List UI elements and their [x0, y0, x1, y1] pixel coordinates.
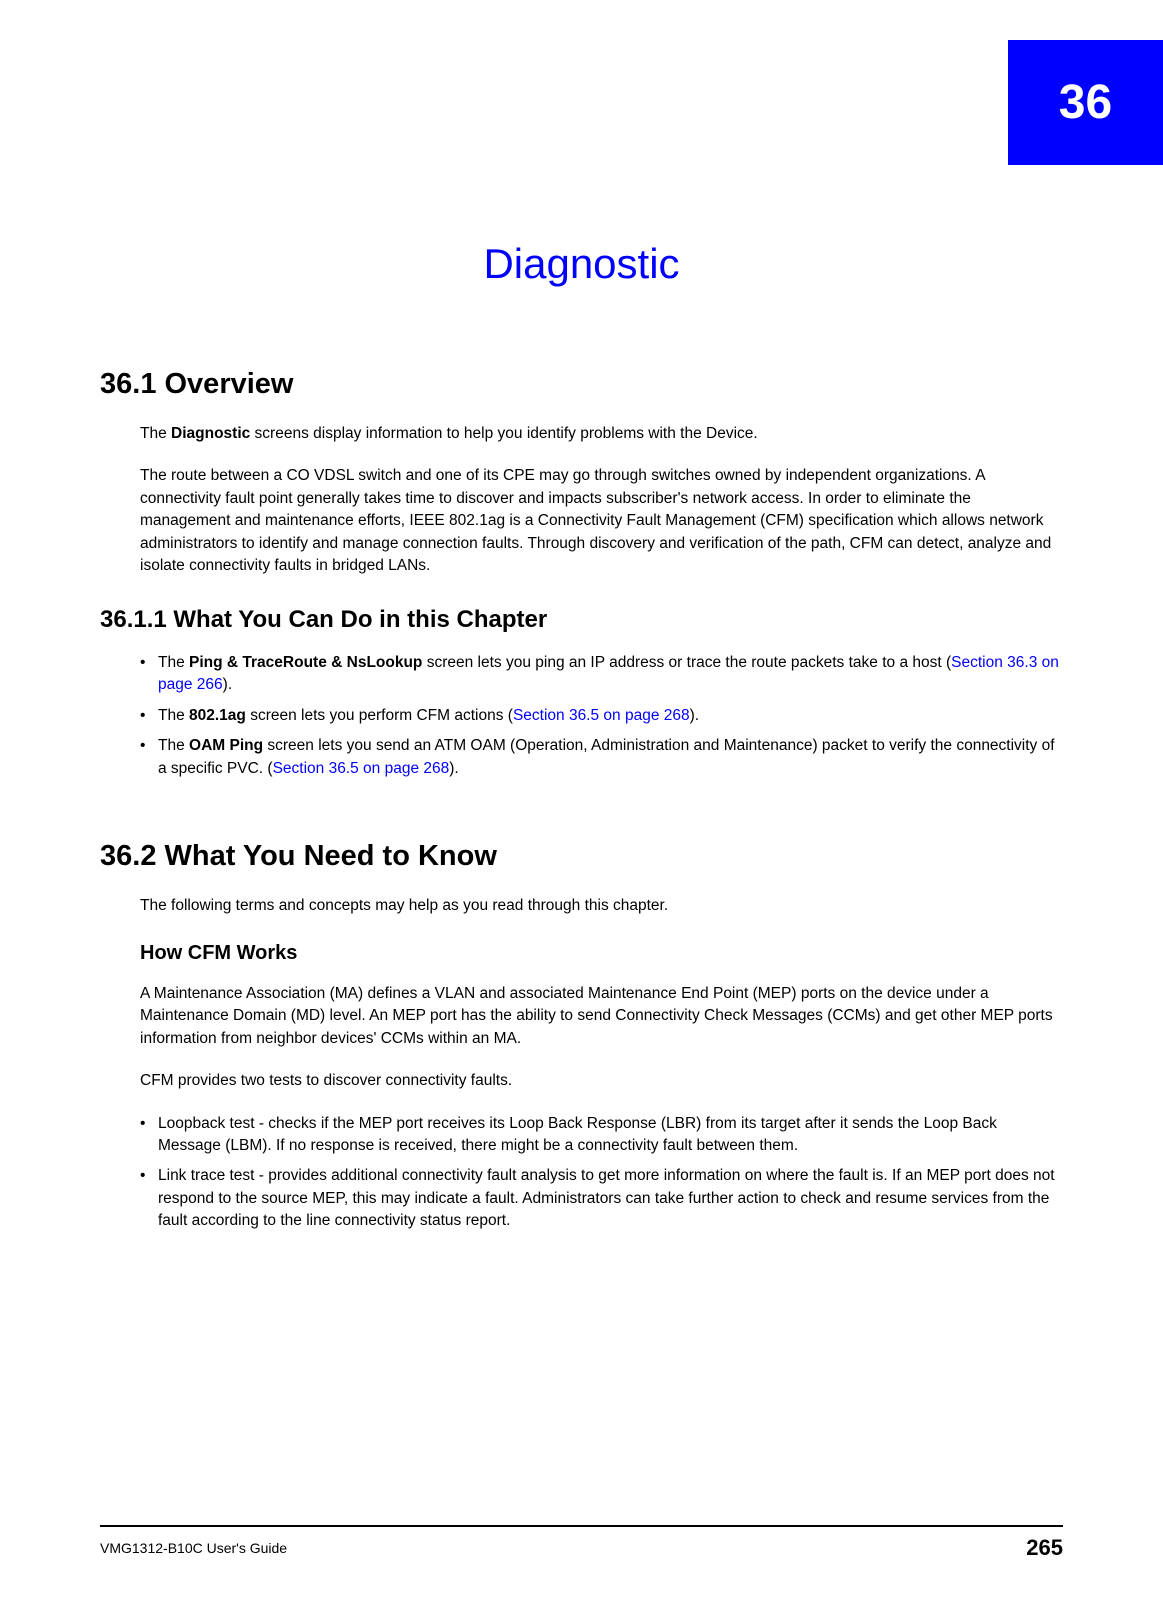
- cfm-para1: A Maintenance Association (MA) defines a…: [140, 983, 1063, 1050]
- bullet-marker: •: [140, 735, 158, 780]
- cfm-heading: How CFM Works: [140, 942, 1063, 965]
- bullet-content: The Ping & TraceRoute & NsLookup screen …: [158, 652, 1063, 697]
- bullet-content: Link trace test - provides additional co…: [158, 1165, 1063, 1232]
- overview-intro-bold: Diagnostic: [171, 425, 250, 442]
- cfm-tests-list: • Loopback test - checks if the MEP port…: [140, 1113, 1063, 1233]
- overview-para2: The route between a CO VDSL switch and o…: [140, 465, 1063, 577]
- footer-content: VMG1312-B10C User's Guide 265: [100, 1535, 1063, 1561]
- footer-divider: [100, 1525, 1063, 1527]
- bullet-content: Loopback test - checks if the MEP port r…: [158, 1113, 1063, 1158]
- list-item: • Link trace test - provides additional …: [140, 1165, 1063, 1232]
- footer-page-number: 265: [1026, 1535, 1063, 1561]
- page-container: 36 Diagnostic 36.1 Overview The Diagnost…: [0, 0, 1163, 1597]
- link-section-36-5b[interactable]: Section 36.5 on page 268: [273, 760, 450, 777]
- bullet-content: The 802.1ag screen lets you perform CFM …: [158, 705, 1063, 727]
- list-item: • Loopback test - checks if the MEP port…: [140, 1113, 1063, 1158]
- chapter-title: Diagnostic: [100, 240, 1063, 288]
- bullet-marker: •: [140, 652, 158, 697]
- need-to-know-intro: The following terms and concepts may hel…: [140, 895, 1063, 917]
- what-you-can-do-list: • The Ping & TraceRoute & NsLookup scree…: [140, 652, 1063, 780]
- list-item: • The 802.1ag screen lets you perform CF…: [140, 705, 1063, 727]
- what-you-can-do-heading: 36.1.1 What You Can Do in this Chapter: [100, 606, 1063, 634]
- need-to-know-heading: 36.2 What You Need to Know: [100, 840, 1063, 873]
- link-section-36-5a[interactable]: Section 36.5 on page 268: [513, 707, 690, 724]
- footer-guide-name: VMG1312-B10C User's Guide: [100, 1540, 287, 1556]
- overview-intro-prefix: The: [140, 425, 171, 442]
- list-item: • The Ping & TraceRoute & NsLookup scree…: [140, 652, 1063, 697]
- cfm-para2: CFM provides two tests to discover conne…: [140, 1070, 1063, 1092]
- bullet-marker: •: [140, 705, 158, 727]
- chapter-tab: 36: [1008, 40, 1163, 165]
- list-item: • The OAM Ping screen lets you send an A…: [140, 735, 1063, 780]
- bullet-marker: •: [140, 1165, 158, 1232]
- section-overview-heading: 36.1 Overview: [100, 368, 1063, 401]
- bullet-marker: •: [140, 1113, 158, 1158]
- page-footer: VMG1312-B10C User's Guide 265: [100, 1525, 1063, 1561]
- overview-intro-suffix: screens display information to help you …: [250, 425, 757, 442]
- overview-intro: The Diagnostic screens display informati…: [140, 423, 1063, 445]
- bullet-content: The OAM Ping screen lets you send an ATM…: [158, 735, 1063, 780]
- chapter-number: 36: [1059, 75, 1112, 130]
